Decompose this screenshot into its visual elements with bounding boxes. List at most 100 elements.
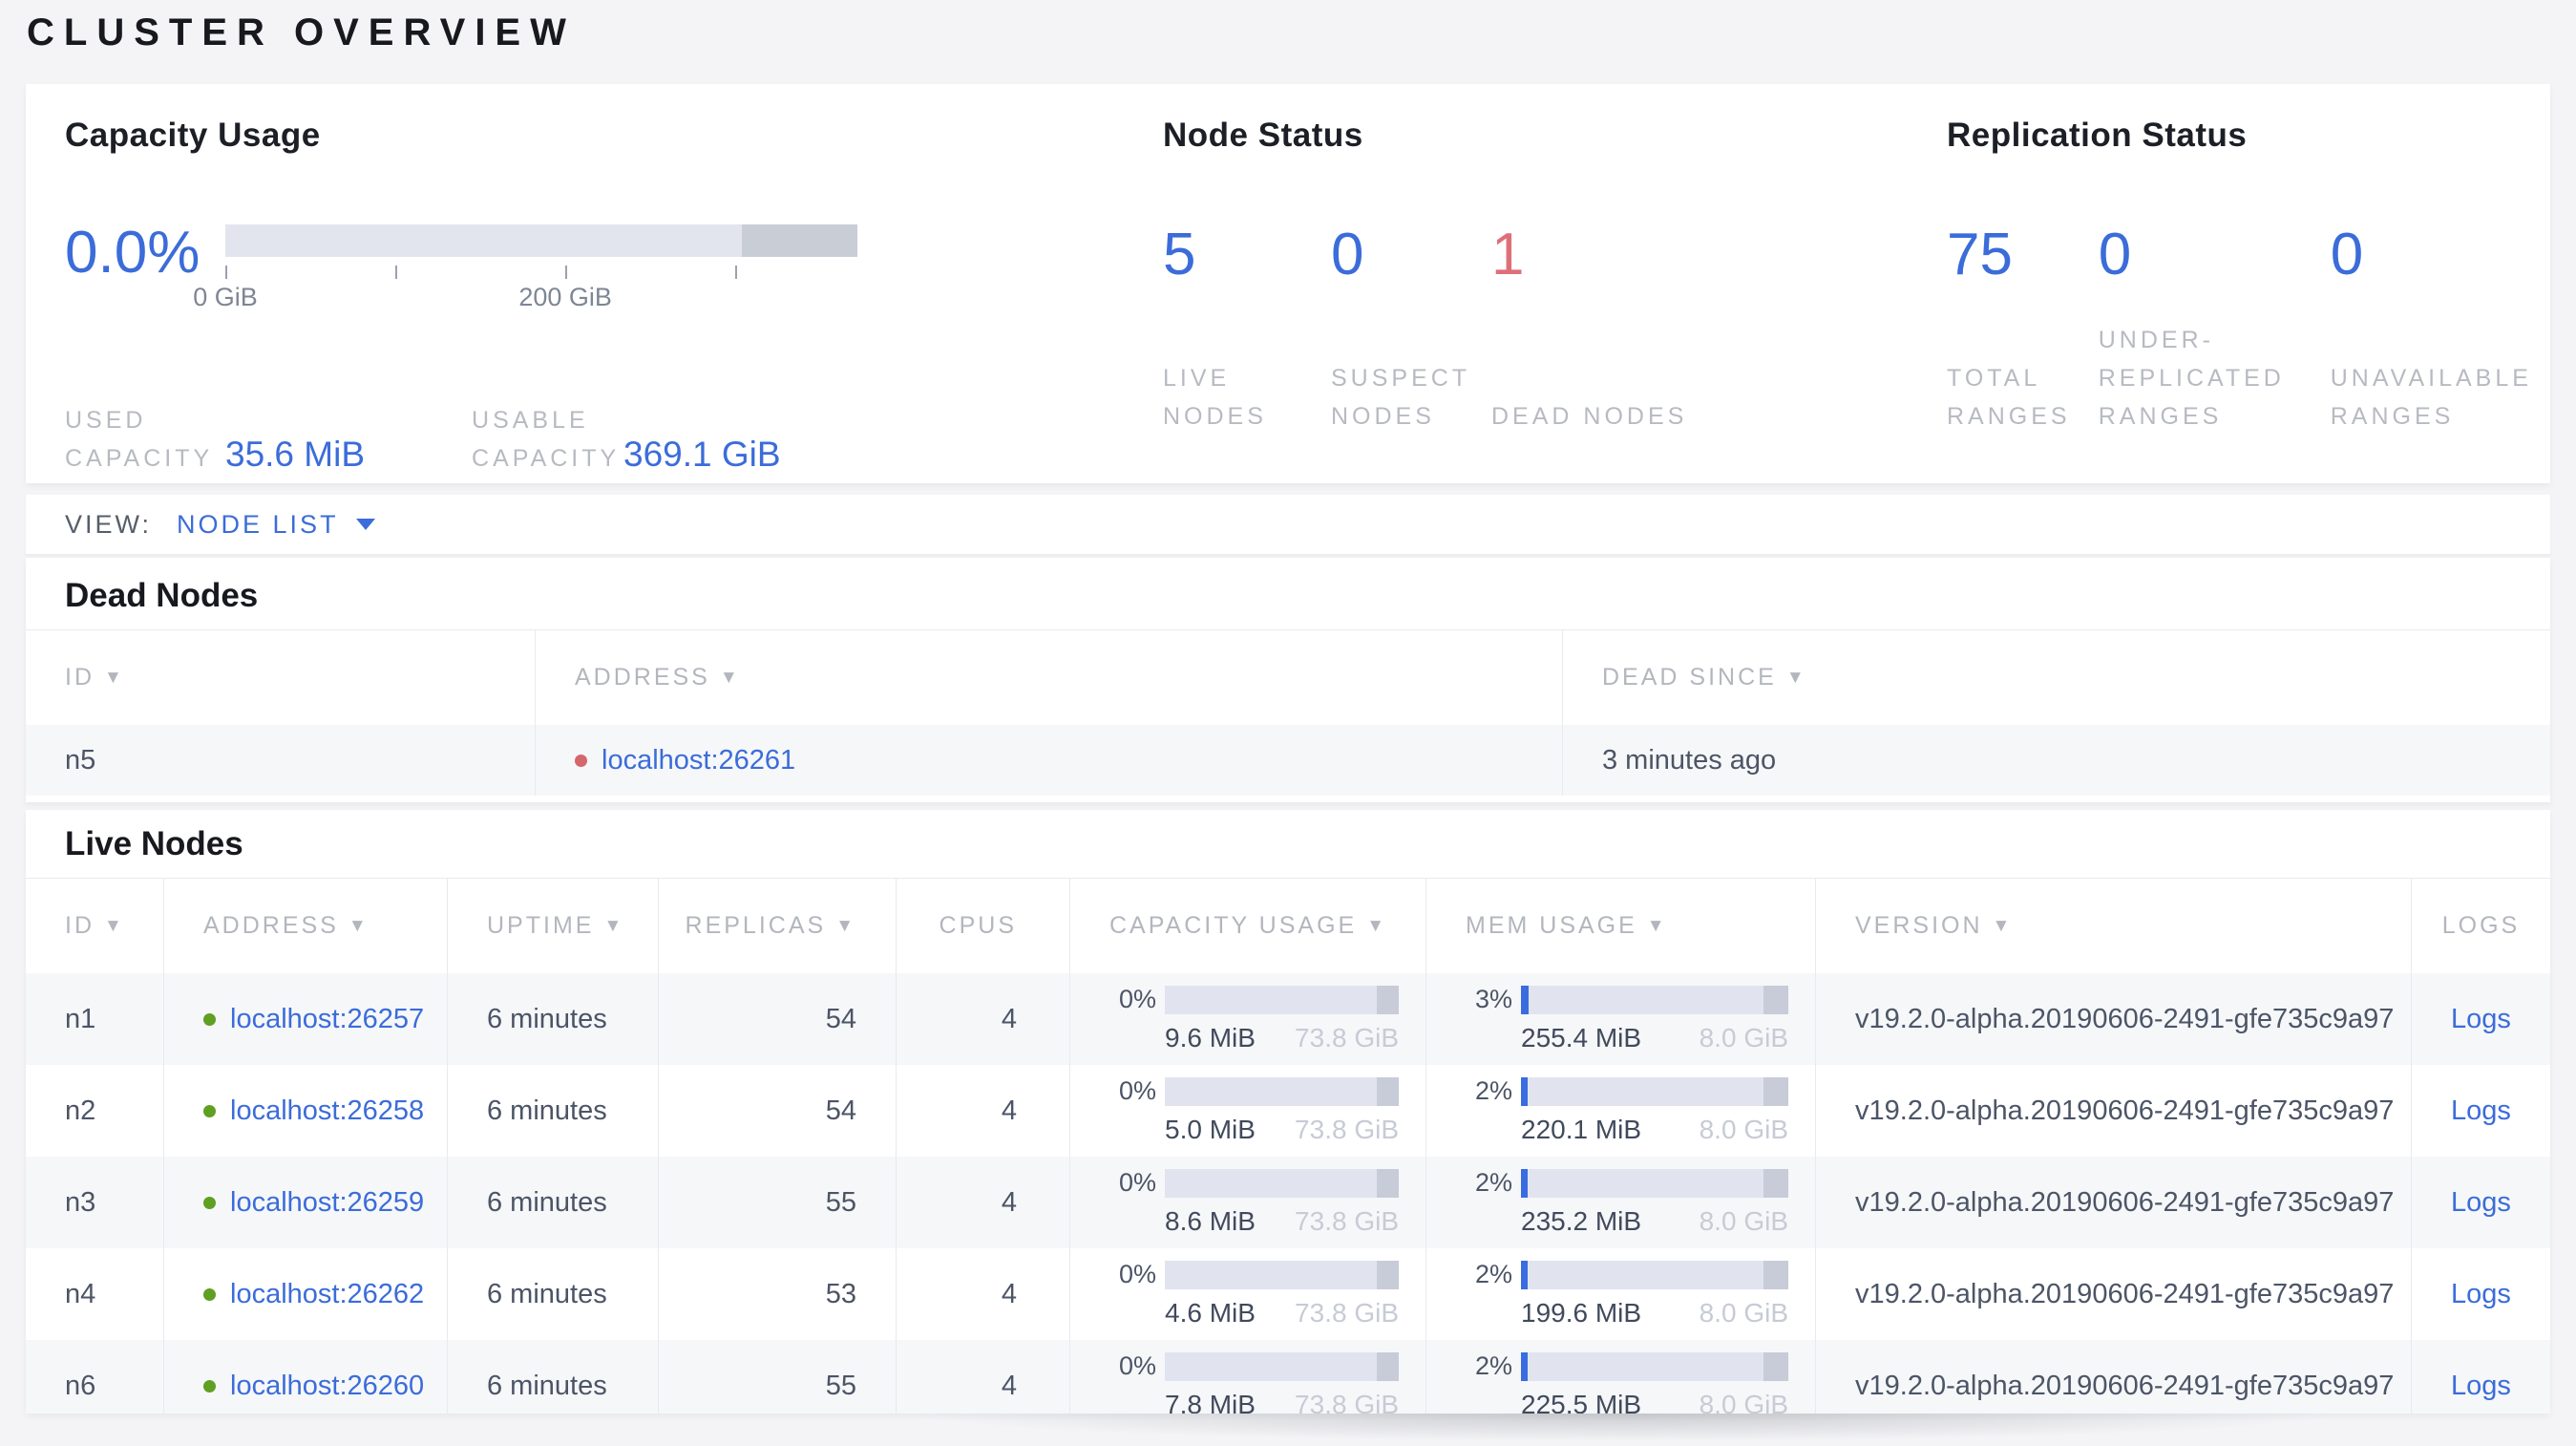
live-header-id[interactable]: ID ▼ [26, 879, 163, 973]
usage-used-value: 4.6 MiB [1165, 1298, 1256, 1328]
usage-max-value: 8.0 GiB [1699, 1390, 1788, 1414]
live-header-capacity[interactable]: CAPACITY USAGE ▼ [1069, 879, 1425, 973]
usage-percent: 0% [1118, 1168, 1156, 1197]
node-address-link[interactable]: localhost:26258 [230, 1095, 424, 1127]
live-header-replicas[interactable]: REPLICAS ▼ [658, 879, 896, 973]
cell-mem: 2% 235.2 MiB 8.0 GiB [1425, 1157, 1815, 1248]
cell-cpus: 4 [896, 973, 1069, 1065]
cell-id: n3 [65, 1186, 96, 1218]
usage-bar-reserved-segment [1377, 1168, 1399, 1198]
capacity-bar: 0 GiB 200 GiB [193, 210, 857, 353]
logs-link[interactable]: Logs [2451, 1279, 2511, 1310]
column-label: ADDRESS [575, 664, 710, 691]
card-drop-shadow [726, 1414, 2521, 1446]
live-header-address[interactable]: ADDRESS ▼ [163, 879, 447, 973]
cell-replicas: 55 [658, 1157, 896, 1248]
dead-nodes-count: 1 [1491, 222, 1525, 287]
cell-mem: 2% 225.5 MiB 8.0 GiB [1425, 1340, 1815, 1414]
cell-capacity: 0% 9.6 MiB 73.8 GiB [1069, 973, 1425, 1065]
usage-bar-reserved-segment [1763, 1076, 1788, 1106]
capacity-tick-labels: 0 GiB 200 GiB [193, 283, 857, 315]
chevron-down-icon [355, 519, 375, 530]
live-nodes-count: 5 [1163, 222, 1196, 287]
capacity-axis-tick-label: 0 GiB [193, 283, 258, 311]
usage-bar [1165, 1168, 1399, 1198]
column-label: LOGS [2441, 912, 2521, 939]
unavailable-ranges-stat: 0 UNAVAILABLE RANGES [2331, 210, 2550, 436]
usage-used-value: 7.8 MiB [1165, 1390, 1256, 1414]
live-header-logs: LOGS [2411, 879, 2550, 973]
usage-max-value: 73.8 GiB [1295, 1023, 1399, 1053]
logs-link[interactable]: Logs [2451, 1095, 2511, 1127]
suspect-nodes-label: SUSPECT NODES [1331, 365, 1470, 430]
live-nodes-section-title: Live Nodes [65, 825, 243, 862]
live-header-uptime[interactable]: UPTIME ▼ [447, 879, 658, 973]
column-label: DEAD SINCE [1602, 664, 1777, 691]
usable-capacity-label: USABLE CAPACITY [472, 407, 621, 472]
live-status-dot-icon [203, 1104, 216, 1117]
usage-bar-reserved-segment [1377, 1076, 1399, 1106]
usage-used-value: 225.5 MiB [1521, 1390, 1642, 1414]
cell-address: localhost:26259 [163, 1157, 447, 1248]
sort-descending-icon: ▼ [104, 667, 125, 688]
usage-bar [1165, 985, 1399, 1014]
cell-address: localhost:26258 [163, 1065, 447, 1157]
dead-header-id[interactable]: ID ▼ [26, 630, 535, 725]
dead-table-header: ID ▼ ADDRESS ▼ DEAD SINCE ▼ [26, 629, 2550, 725]
capacity-bar-reserved-segment [741, 224, 857, 257]
cell-mem: 3% 255.4 MiB 8.0 GiB [1425, 973, 1815, 1065]
cell-logs: Logs [2411, 1340, 2550, 1414]
usage-max-value: 73.8 GiB [1295, 1298, 1399, 1328]
node-address-link[interactable]: localhost:26257 [230, 1004, 424, 1035]
dead-header-dead_since[interactable]: DEAD SINCE ▼ [1562, 630, 2550, 725]
logs-link[interactable]: Logs [2451, 1004, 2511, 1035]
usage-percent: 2% [1474, 1260, 1512, 1288]
cell-cpus: 4 [896, 1157, 1069, 1248]
live-header-mem[interactable]: MEM USAGE ▼ [1425, 879, 1815, 973]
dead-nodes-stat: 1 DEAD NODES [1491, 210, 1687, 436]
cell-uptime: 6 minutes [447, 1340, 658, 1414]
dead-nodes-label: DEAD NODES [1491, 403, 1688, 430]
view-selector-dropdown[interactable]: NODE LIST [177, 510, 375, 540]
usage-bar-fill [1521, 985, 1530, 1014]
node-address-link[interactable]: localhost:26259 [230, 1187, 424, 1219]
replication-status-section: Replication Status 75 TOTAL RANGES 0 UND… [1947, 117, 2550, 483]
usage-bar-reserved-segment [1377, 985, 1399, 1014]
sort-descending-icon: ▼ [1785, 667, 1807, 688]
sort-descending-icon: ▼ [1646, 915, 1668, 936]
usage-percent: 0% [1118, 1260, 1156, 1288]
usage-used-value: 8.6 MiB [1165, 1206, 1256, 1236]
view-bar: VIEW: NODE LIST [26, 495, 2550, 554]
usage-percent: 0% [1118, 985, 1156, 1013]
dead-header-address[interactable]: ADDRESS ▼ [535, 630, 1562, 725]
live-header-version[interactable]: VERSION ▼ [1815, 879, 2411, 973]
capacity-usage-title: Capacity Usage [65, 117, 321, 154]
sort-descending-icon: ▼ [1992, 915, 2014, 936]
live-status-dot-icon [203, 1287, 216, 1301]
logs-link[interactable]: Logs [2451, 1187, 2511, 1219]
usage-bar-fill [1521, 1351, 1528, 1381]
cell-address: localhost:26257 [163, 973, 447, 1065]
cell-dead_since: 3 minutes ago [1562, 725, 2550, 796]
usage-used-value: 9.6 MiB [1165, 1023, 1256, 1053]
column-label: CAPACITY USAGE [1109, 912, 1358, 939]
cell-uptime: 6 minutes [447, 1157, 658, 1248]
usage-bar [1165, 1351, 1399, 1381]
cell-logs: Logs [2411, 1065, 2550, 1157]
live-header-cpus: CPUS [896, 879, 1069, 973]
node-address-link[interactable]: localhost:26261 [602, 745, 795, 776]
dead-node-row-n5: n5 localhost:26261 3 minutes ago [26, 725, 2550, 796]
usage-used-value: 5.0 MiB [1165, 1115, 1256, 1144]
column-label: UPTIME [487, 912, 595, 939]
live-node-row-n3: n3 localhost:26259 6 minutes 55 4 0% 8.6 MiB 73… [26, 1157, 2550, 1248]
node-address-link[interactable]: localhost:26260 [230, 1371, 424, 1402]
logs-link[interactable]: Logs [2451, 1371, 2511, 1402]
usage-percent: 2% [1474, 1351, 1512, 1380]
cell-logs: Logs [2411, 1157, 2550, 1248]
dead-nodes-card: Dead Nodes ID ▼ ADDRESS ▼ DEAD SINCE ▼ n5 loca… [26, 558, 2550, 802]
cell-id: n4 [65, 1278, 96, 1309]
usable-capacity-value: 369.1 GiB [623, 435, 781, 474]
usage-used-value: 235.2 MiB [1521, 1206, 1642, 1236]
node-address-link[interactable]: localhost:26262 [230, 1279, 424, 1310]
usage-bar [1521, 985, 1788, 1014]
